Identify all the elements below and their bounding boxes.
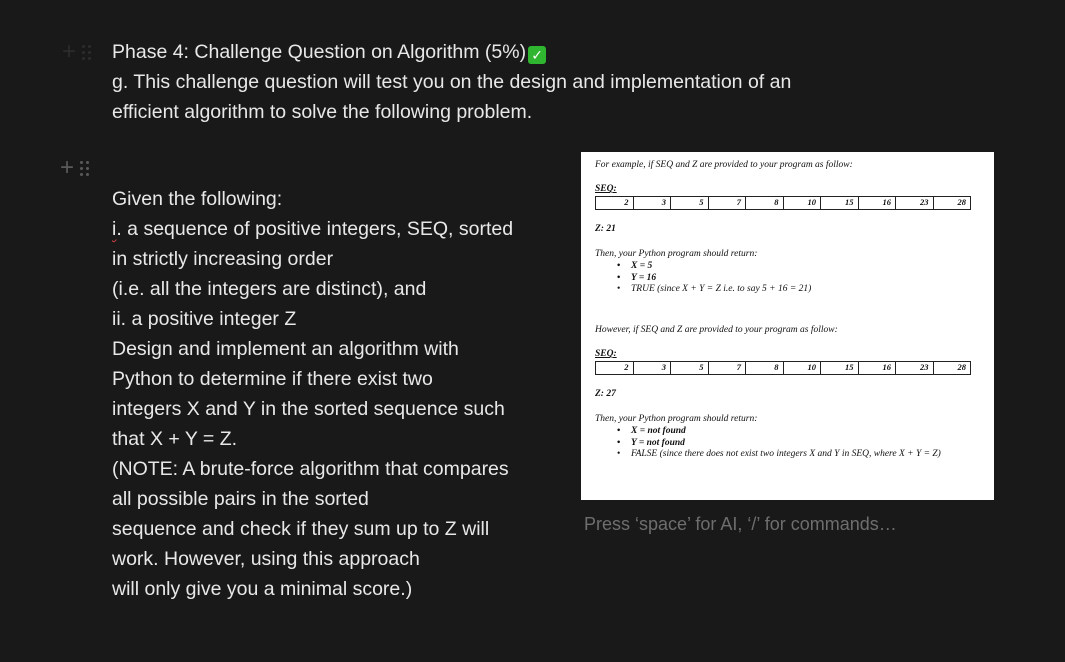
drag-handle-icon[interactable] <box>80 160 90 176</box>
return-item: TRUE (since X + Y = Z i.e. to say 5 + 16… <box>617 284 991 296</box>
return-intro-1: Then, your Python program should return: <box>595 249 758 259</box>
text-line: will only give you a minimal score.) <box>112 578 413 600</box>
example-image[interactable]: For example, if SEQ and Z are provided t… <box>581 152 994 500</box>
seq-cell: 28 <box>932 362 971 374</box>
return-item: X = not found <box>617 426 991 438</box>
return-list-2: X = not found Y = not found FALSE (since… <box>595 426 991 461</box>
seq-cell: 5 <box>670 197 708 209</box>
z-value-1: Z: 21 <box>595 224 616 234</box>
text-line: i. a sequence of positive integers, SEQ,… <box>112 214 542 244</box>
seq-cell: 2 <box>624 197 629 207</box>
seq-cell: 7 <box>707 362 746 374</box>
text-line: all possible pairs in the sorted <box>112 488 369 510</box>
seq-cell: 16 <box>857 362 896 374</box>
seq-cell: 15 <box>820 197 858 209</box>
seq-cell: 3 <box>632 362 671 374</box>
add-block-icon[interactable]: + <box>62 40 76 64</box>
seq-label-2: SEQ: <box>595 349 617 359</box>
add-block-icon[interactable]: + <box>60 156 74 180</box>
example1-intro: For example, if SEQ and Z are provided t… <box>595 160 853 170</box>
seq-cell: 10 <box>782 197 821 209</box>
text-line: that X + Y = Z. <box>112 428 238 450</box>
text-line: in strictly increasing order <box>112 248 334 270</box>
seq-cell: 3 <box>632 197 671 209</box>
check-mark-icon: ✓ <box>528 46 547 64</box>
text-line: ii. a positive integer Z <box>112 308 297 330</box>
text-line: (NOTE: A brute-force algorithm that comp… <box>112 458 509 480</box>
block-handle-columns[interactable]: + <box>60 156 90 180</box>
text-line: Design and implement an algorithm with <box>112 338 459 360</box>
return-item: FALSE (since there does not exist two in… <box>617 449 991 461</box>
seq-cell: 23 <box>895 197 933 209</box>
return-list-1: X = 5 Y = 16 TRUE (since X + Y = Z i.e. … <box>595 261 991 296</box>
seq-table-1: 2 3 5 7 8 10 15 16 23 28 <box>595 196 971 210</box>
text-line: integers X and Y in the sorted sequence … <box>112 398 505 420</box>
text-line: Python to determine if there exist two <box>112 368 433 390</box>
phase-heading[interactable]: Phase 4: Challenge Question on Algorithm… <box>112 37 547 67</box>
seq-cell: 8 <box>745 362 783 374</box>
problem-text-block[interactable]: Given the following: i. a sequence of po… <box>112 184 542 604</box>
seq-cell: 16 <box>857 197 896 209</box>
text-line: sequence and check if they sum up to Z w… <box>112 518 490 540</box>
return-item: Y = not found <box>617 438 991 450</box>
seq-cell: 2 <box>624 362 629 372</box>
seq-cell: 28 <box>932 197 971 209</box>
return-item: Y = 16 <box>617 273 991 285</box>
heading-text: Phase 4: Challenge Question on Algorithm… <box>112 41 527 63</box>
seq-table-2: 2 3 5 7 8 10 15 16 23 28 <box>595 361 971 375</box>
empty-block-placeholder[interactable]: Press ‘space’ for AI, ‘/’ for commands… <box>584 514 897 535</box>
block-handle-heading[interactable]: + <box>62 40 92 64</box>
text-line: work. However, using this approach <box>112 548 420 570</box>
seq-cell: 23 <box>895 362 933 374</box>
seq-label-1: SEQ: <box>595 184 617 194</box>
seq-cell: 8 <box>745 197 783 209</box>
intro-paragraph[interactable]: g. This challenge question will test you… <box>112 67 852 127</box>
seq-cell: 5 <box>670 362 708 374</box>
text-line: Given the following: <box>112 188 283 210</box>
z-value-2: Z: 27 <box>595 389 616 399</box>
seq-cell: 7 <box>707 197 746 209</box>
seq-cell: 15 <box>820 362 858 374</box>
text-line-rest: . a sequence of positive integers, SEQ, … <box>116 218 514 240</box>
drag-handle-icon[interactable] <box>82 44 92 60</box>
text-line: (i.e. all the integers are distinct), an… <box>112 278 427 300</box>
return-item: X = 5 <box>617 261 991 273</box>
seq-cell: 10 <box>782 362 821 374</box>
example2-intro: However, if SEQ and Z are provided to yo… <box>595 325 838 335</box>
return-intro-2: Then, your Python program should return: <box>595 414 758 424</box>
